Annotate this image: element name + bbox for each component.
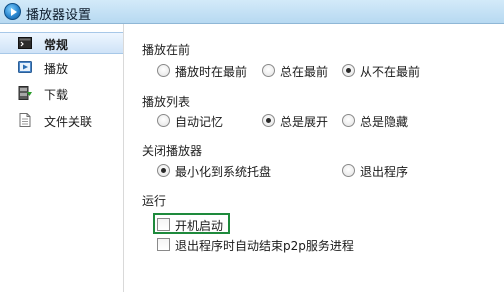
player-logo-icon	[4, 3, 21, 20]
radio-button[interactable]	[157, 64, 170, 77]
checkbox-label: 开机启动	[175, 219, 224, 233]
terminal-icon	[18, 37, 32, 49]
radio-label: 总是展开	[280, 115, 329, 129]
radio-label: 总在最前	[280, 65, 329, 79]
radio-button[interactable]	[342, 164, 355, 177]
sidebar-item-label: 下载	[44, 88, 69, 102]
checkbox-start-on-boot[interactable]: 开机启动	[157, 216, 231, 234]
play-icon	[18, 61, 32, 73]
radio-button-selected[interactable]	[157, 164, 170, 177]
radio-minimize-to-tray[interactable]: 最小化到系统托盘	[157, 162, 281, 180]
section-title-run: 运行	[142, 194, 167, 208]
radio-button[interactable]	[262, 64, 275, 77]
sidebar-item-label: 播放	[44, 62, 69, 76]
checkbox[interactable]	[157, 218, 170, 231]
radio-exit-program[interactable]: 退出程序	[342, 162, 416, 180]
radio-button-selected[interactable]	[342, 64, 355, 77]
sidebar-item-general[interactable]: 常规	[0, 32, 123, 54]
checkbox-label: 退出程序时自动结束p2p服务进程	[175, 239, 354, 253]
radio-label: 最小化到系统托盘	[175, 165, 272, 179]
radio-label: 从不在最前	[360, 65, 421, 79]
radio-play-on-top-while-playing[interactable]: 播放时在最前	[157, 62, 255, 80]
settings-sidebar: 常规 播放 下载 文件关联	[0, 24, 124, 292]
radio-always-hide[interactable]: 总是隐藏	[342, 112, 416, 130]
section-title-close-player: 关闭播放器	[142, 144, 203, 158]
section-title-playlist: 播放列表	[142, 95, 191, 109]
radio-button[interactable]	[157, 114, 170, 127]
radio-never-on-top[interactable]: 从不在最前	[342, 62, 430, 80]
radio-always-on-top[interactable]: 总在最前	[262, 62, 336, 80]
title-bar: 播放器设置	[0, 0, 504, 24]
radio-label: 退出程序	[360, 165, 409, 179]
sidebar-item-label: 常规	[44, 38, 69, 52]
sidebar-item-download[interactable]: 下载	[0, 83, 123, 105]
section-title-play-on-top: 播放在前	[142, 43, 191, 57]
download-icon	[18, 86, 32, 100]
sidebar-item-file-association[interactable]: 文件关联	[0, 110, 123, 132]
radio-label: 总是隐藏	[360, 115, 409, 129]
radio-label: 自动记忆	[175, 115, 224, 129]
radio-always-expand[interactable]: 总是展开	[262, 112, 336, 130]
document-icon	[19, 113, 31, 127]
radio-button-selected[interactable]	[262, 114, 275, 127]
radio-label: 播放时在最前	[175, 65, 248, 79]
checkbox[interactable]	[157, 238, 170, 251]
radio-button[interactable]	[342, 114, 355, 127]
radio-auto-remember[interactable]: 自动记忆	[157, 112, 231, 130]
window-title: 播放器设置	[26, 8, 92, 23]
sidebar-item-play[interactable]: 播放	[0, 57, 123, 79]
sidebar-item-label: 文件关联	[44, 115, 93, 129]
checkbox-stop-p2p-on-exit[interactable]: 退出程序时自动结束p2p服务进程	[157, 236, 357, 254]
